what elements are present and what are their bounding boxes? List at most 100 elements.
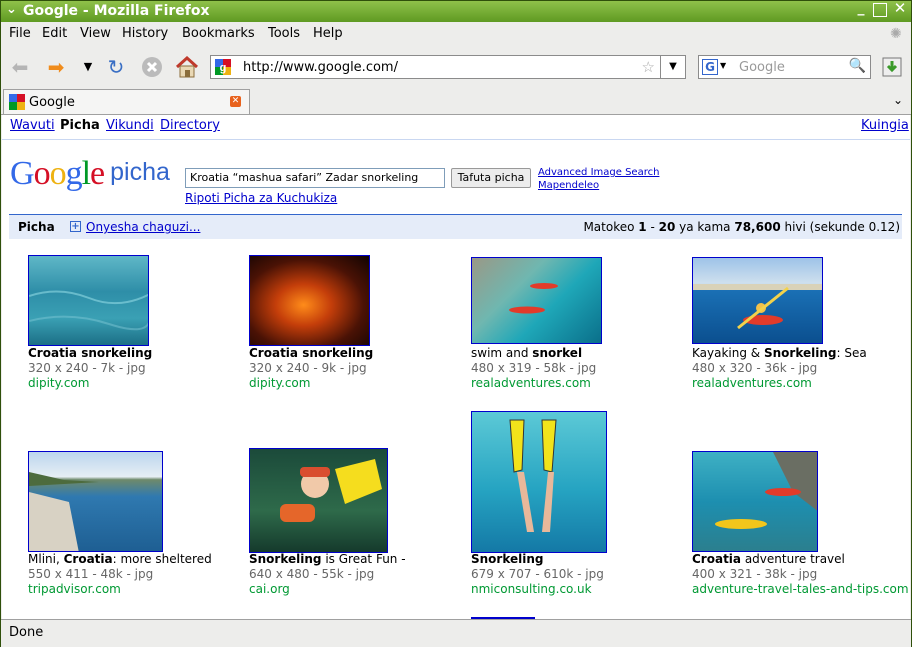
result-image[interactable] xyxy=(692,451,818,552)
forward-icon[interactable]: ➡ xyxy=(41,53,71,81)
result-title-part: swim and xyxy=(471,346,533,360)
show-options-link[interactable]: Onyesha chaguzi... xyxy=(86,220,200,234)
preferences-link[interactable]: Mapendeleo xyxy=(538,179,659,192)
result-title[interactable]: Snorkeling xyxy=(471,552,544,566)
result-title[interactable]: Snorkeling xyxy=(764,346,837,360)
result-image[interactable] xyxy=(249,448,388,553)
menu-bar: File Edit View History Bookmarks Tools H… xyxy=(1,22,911,46)
throbber-icon: ✺ xyxy=(890,26,902,42)
window-title: Google - Mozilla Firefox xyxy=(23,3,210,19)
status-bar: Done xyxy=(1,619,911,647)
home-icon[interactable] xyxy=(172,53,202,81)
results-from: 1 xyxy=(638,220,647,234)
result-host: realadventures.com xyxy=(471,376,591,390)
result-meta: 400 x 321 - 38k - jpg xyxy=(692,567,818,581)
result-image[interactable] xyxy=(28,255,149,346)
menu-tools[interactable]: Tools xyxy=(268,26,300,41)
minimize-icon[interactable]: _ xyxy=(854,1,868,17)
result-title[interactable]: Croatia snorkeling xyxy=(28,346,152,360)
result-title[interactable]: Croatia snorkeling xyxy=(249,346,373,360)
search-icon[interactable]: 🔍 xyxy=(849,58,866,74)
menu-view[interactable]: View xyxy=(80,26,111,41)
nav-web[interactable]: Wavuti xyxy=(10,118,55,133)
search-placeholder: Google xyxy=(739,60,785,75)
plus-icon[interactable]: + xyxy=(70,221,81,232)
result-title[interactable]: Croatia xyxy=(692,552,741,566)
nav-groups[interactable]: Vikundi xyxy=(106,118,154,133)
maximize-icon[interactable] xyxy=(873,3,887,17)
result-host: cai.org xyxy=(249,582,290,596)
result-image[interactable] xyxy=(692,257,823,344)
google-images-logo[interactable]: Google picha xyxy=(10,155,170,193)
menu-history[interactable]: History xyxy=(122,26,168,41)
results-label: Picha xyxy=(18,220,55,234)
result-host: dipity.com xyxy=(249,376,311,390)
result-meta: 480 x 319 - 58k - jpg xyxy=(471,361,597,375)
svg-text:g: g xyxy=(220,62,227,74)
menu-help[interactable]: Help xyxy=(313,26,343,41)
result-image[interactable] xyxy=(471,257,602,344)
result-caption: Snorkeling 679 x 707 - 610k - jpg nmicon… xyxy=(471,552,604,597)
image-search-input[interactable]: Kroatia “mashua safari” Zadar snorkeling xyxy=(185,168,445,188)
tab-close-icon[interactable]: ✕ xyxy=(230,96,241,107)
result-title[interactable]: Croatia xyxy=(64,552,113,566)
menu-edit[interactable]: Edit xyxy=(42,26,67,41)
result-host: dipity.com xyxy=(28,376,90,390)
result-meta: 320 x 240 - 9k - jpg xyxy=(249,361,367,375)
stop-icon[interactable] xyxy=(137,53,167,81)
engine-dropdown-icon[interactable]: ▼ xyxy=(720,61,726,70)
download-icon[interactable] xyxy=(881,56,903,78)
tab-label: Google xyxy=(29,95,75,110)
search-images-button[interactable]: Tafuta picha xyxy=(451,168,531,188)
history-dropdown-icon[interactable]: ▼ xyxy=(73,53,103,81)
result-title-part: adventure travel xyxy=(741,552,845,566)
result-title-part: Mlini, xyxy=(28,552,64,566)
google-favicon-icon xyxy=(9,94,25,110)
result-title-part: Kayaking & xyxy=(692,346,764,360)
result-image[interactable] xyxy=(249,255,370,346)
advanced-image-search-link[interactable]: Advanced Image Search xyxy=(538,166,659,179)
result-title[interactable]: Snorkeling xyxy=(249,552,322,566)
sign-in-link[interactable]: Kuingia xyxy=(861,118,909,133)
result-meta: 640 x 480 - 55k - jpg xyxy=(249,567,375,581)
url-text: http://www.google.com/ xyxy=(243,60,398,75)
results-prefix: Matokeo xyxy=(583,220,639,234)
menu-bookmarks[interactable]: Bookmarks xyxy=(182,26,255,41)
title-bar: ⌄ Google - Mozilla Firefox _ ✕ xyxy=(1,1,911,22)
result-image[interactable] xyxy=(28,451,163,552)
result-image[interactable] xyxy=(471,411,607,553)
result-caption: swim and snorkel 480 x 319 - 58k - jpg r… xyxy=(471,346,596,391)
result-title-part: : more sheltered xyxy=(112,552,212,566)
tab-strip: Google ✕ ⌄ xyxy=(1,88,911,115)
result-meta: 320 x 240 - 7k - jpg xyxy=(28,361,146,375)
window-menu-icon[interactable]: ⌄ xyxy=(6,2,17,17)
page-content: Wavuti Picha Vikundi Directory Kuingia G… xyxy=(2,115,910,619)
result-title-part: is Great Fun - xyxy=(321,552,406,566)
reload-icon[interactable]: ↻ xyxy=(101,53,131,81)
result-title[interactable]: snorkel xyxy=(532,346,582,360)
url-bar[interactable]: g http://www.google.com/ ☆ ▼ xyxy=(210,55,686,79)
report-offensive-link[interactable]: Ripoti Picha za Kuchukiza xyxy=(185,191,337,205)
tab-google[interactable]: Google ✕ xyxy=(3,89,250,114)
result-caption: Croatia adventure travel 400 x 321 - 38k… xyxy=(692,552,909,597)
google-favicon-icon: g xyxy=(215,59,231,75)
result-host: adventure-travel-tales-and-tips.com xyxy=(692,582,909,596)
results-suffix: hivi (sekunde 0.12) xyxy=(780,220,900,234)
results-mid: ya kama xyxy=(675,220,735,234)
back-icon[interactable]: ⬅ xyxy=(5,53,35,81)
result-host: realadventures.com xyxy=(692,376,812,390)
result-caption: Croatia snorkeling 320 x 240 - 7k - jpg … xyxy=(28,346,152,391)
result-meta: 480 x 320 - 36k - jpg xyxy=(692,361,818,375)
search-bar[interactable]: G ▼ Google 🔍 xyxy=(698,55,871,79)
menu-file[interactable]: File xyxy=(9,26,31,41)
search-engine-icon[interactable]: G xyxy=(702,59,718,75)
result-caption: Snorkeling is Great Fun - 640 x 480 - 55… xyxy=(249,552,406,597)
results-count: Matokeo 1 - 20 ya kama 78,600 hivi (seku… xyxy=(583,220,900,234)
close-icon[interactable]: ✕ xyxy=(893,1,907,17)
url-dropdown-icon[interactable]: ▼ xyxy=(660,56,685,78)
result-meta: 550 x 411 - 48k - jpg xyxy=(28,567,154,581)
nav-directory[interactable]: Directory xyxy=(160,118,220,133)
tab-list-icon[interactable]: ⌄ xyxy=(893,93,903,107)
bookmark-star-icon[interactable]: ☆ xyxy=(642,58,655,76)
results-to: 20 xyxy=(658,220,676,234)
